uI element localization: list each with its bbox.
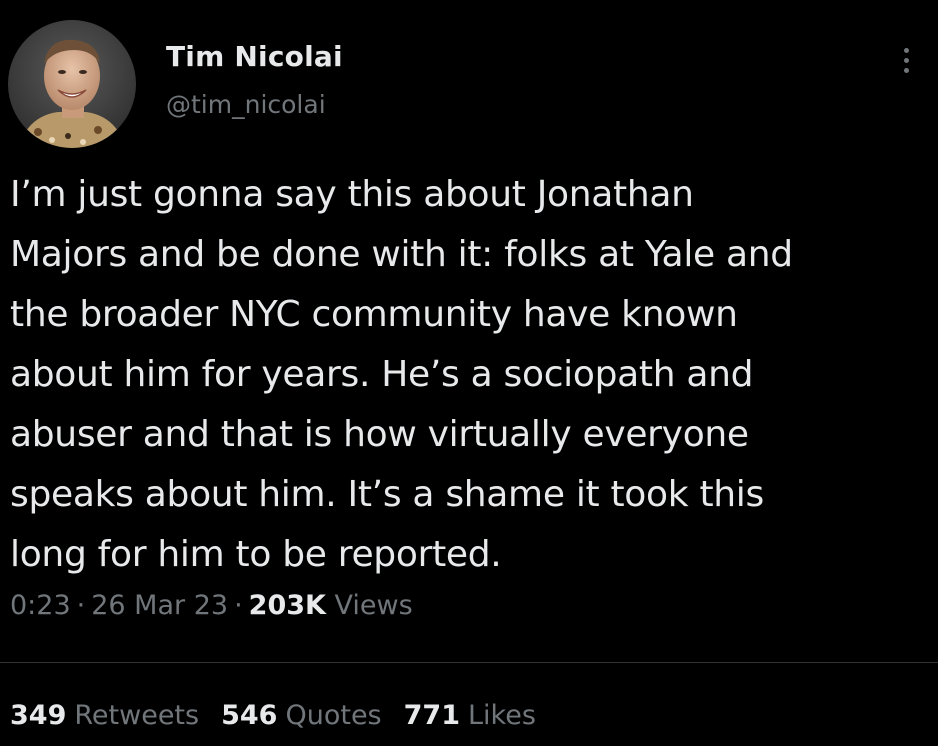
- views-count: 203K: [248, 590, 326, 621]
- tweet-text: I’m just gonna say this about Jonathan M…: [10, 174, 793, 575]
- likes-stat[interactable]: 771 Likes: [404, 700, 536, 731]
- tweet-time[interactable]: 0:23: [10, 590, 71, 621]
- user-display-name[interactable]: Tim Nicolai: [166, 40, 343, 73]
- retweets-stat[interactable]: 349 Retweets: [10, 700, 199, 731]
- more-dot: [903, 47, 909, 53]
- likes-label: Likes: [468, 700, 536, 731]
- meta-separator: ·: [234, 590, 243, 621]
- quotes-count: 546: [221, 700, 278, 731]
- quotes-stat[interactable]: 546 Quotes: [221, 700, 382, 731]
- views-label: Views: [334, 590, 413, 621]
- meta-separator: ·: [76, 590, 86, 621]
- divider: [0, 662, 938, 663]
- retweets-label: Retweets: [74, 700, 200, 731]
- more-options-icon[interactable]: [893, 42, 919, 78]
- quotes-label: Quotes: [285, 700, 382, 731]
- avatar-photo: [8, 20, 136, 148]
- more-dot: [903, 67, 909, 73]
- retweets-count: 349: [10, 700, 67, 731]
- tweet-date[interactable]: 26 Mar 23: [91, 590, 228, 621]
- likes-count: 771: [403, 700, 460, 731]
- more-dot: [903, 57, 909, 63]
- tweet-card: Tim Nicolai @tim_nicolai I’m just gonna …: [0, 0, 938, 746]
- avatar[interactable]: [8, 20, 136, 148]
- tweet-meta: 0:23 · 26 Mar 23 · 203K Views: [10, 590, 413, 621]
- user-handle[interactable]: @tim_nicolai: [166, 90, 326, 119]
- engagement-stats: 349 Retweets 546 Quotes 771 Likes: [10, 700, 536, 731]
